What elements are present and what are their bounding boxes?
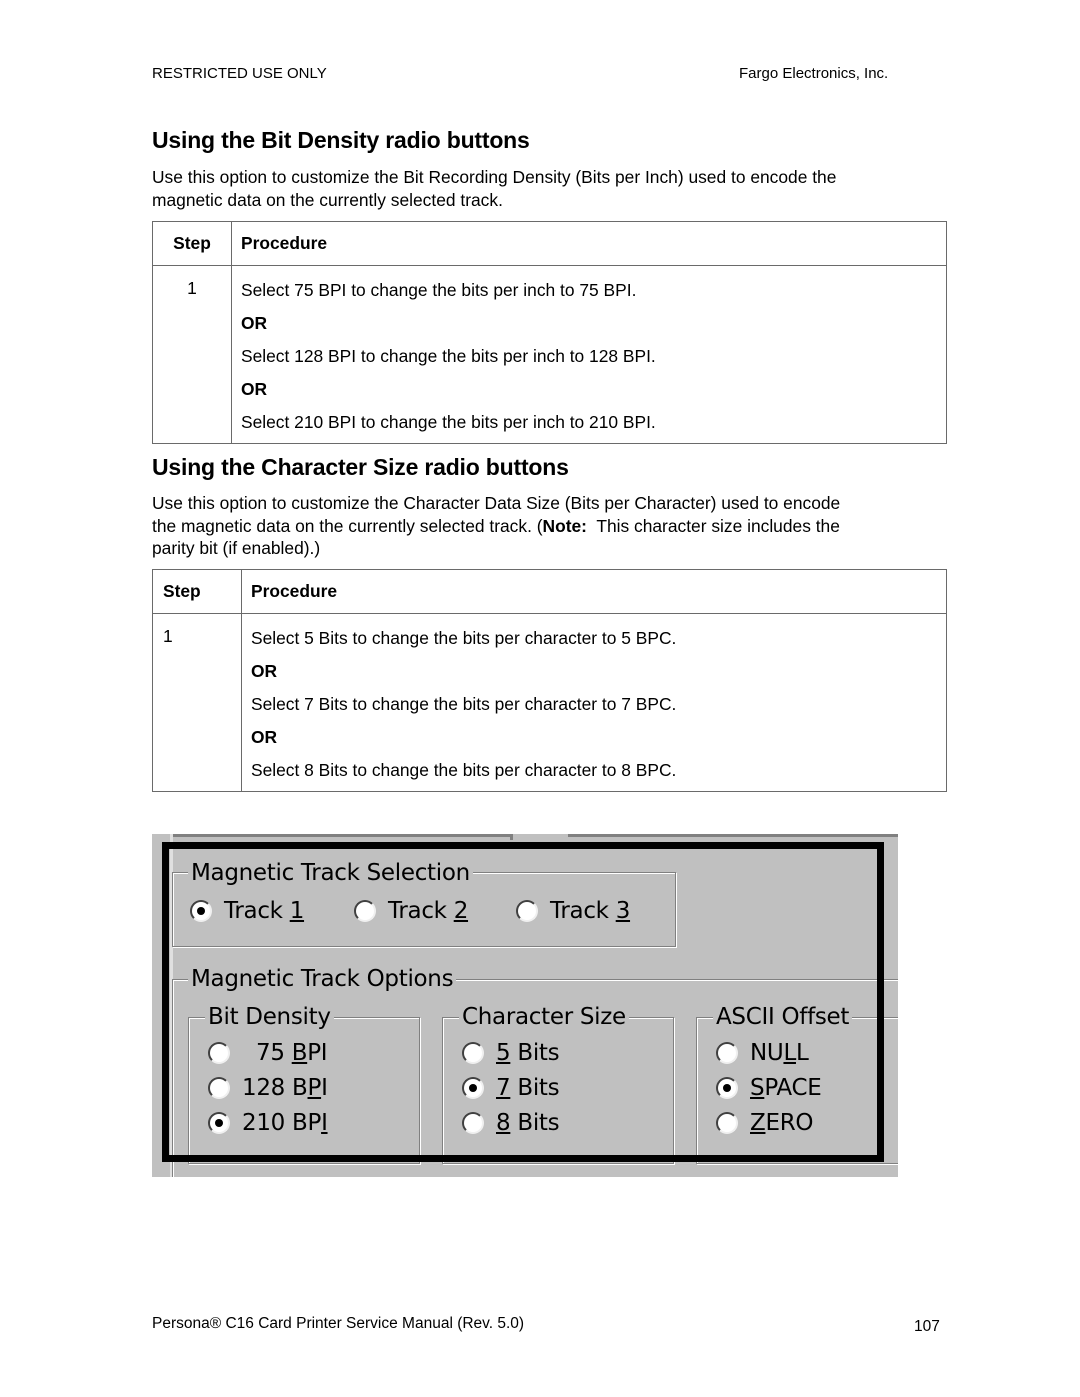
procedure-line: Select 210 BPI to change the bits per in… xyxy=(241,412,656,432)
intro-text: the magnetic data on the currently selec… xyxy=(152,515,543,536)
table-row: 1 Select 5 Bits to change the bits per c… xyxy=(152,613,947,792)
procedure-line: Select 7 Bits to change the bits per cha… xyxy=(251,694,677,714)
intro-line: Use this option to customize the Bit Rec… xyxy=(152,167,837,187)
procedure-line: Select 128 BPI to change the bits per in… xyxy=(241,346,656,366)
table-header-row: Step Procedure xyxy=(152,569,947,614)
procedure-cell: Select 75 BPI to change the bits per inc… xyxy=(231,265,947,444)
dialog-edge xyxy=(170,834,512,837)
footer-manual-title: Persona® C16 Card Printer Service Manual… xyxy=(152,1315,525,1332)
or-separator: OR xyxy=(241,313,268,333)
procedure-line: Select 75 BPI to change the bits per inc… xyxy=(241,280,637,300)
section-intro-bit-density: Use this option to customize the Bit Rec… xyxy=(152,166,952,211)
procedure-line: Select 8 Bits to change the bits per cha… xyxy=(251,760,677,780)
page-number: 107 xyxy=(914,1318,940,1335)
procedure-table-character-size: Step Procedure 1 Select 5 Bits to change… xyxy=(152,569,947,792)
step-number: 1 xyxy=(152,265,232,444)
section-title-character-size: Using the Character Size radio buttons xyxy=(152,454,569,480)
table-header-row: Step Procedure xyxy=(152,221,947,266)
col-step: Step xyxy=(152,221,232,266)
step-number: 1 xyxy=(152,613,242,792)
col-step: Step xyxy=(152,569,242,614)
col-procedure: Procedure xyxy=(241,569,947,614)
section-title-bit-density: Using the Bit Density radio buttons xyxy=(152,127,530,153)
or-separator: OR xyxy=(251,661,278,681)
procedure-line: Select 5 Bits to change the bits per cha… xyxy=(251,628,677,648)
intro-line: parity bit (if enabled).) xyxy=(152,538,321,558)
dialog-edge xyxy=(510,834,513,840)
or-separator: OR xyxy=(251,727,278,747)
procedure-cell: Select 5 Bits to change the bits per cha… xyxy=(241,613,947,792)
procedure-table-bit-density: Step Procedure 1 Select 75 BPI to change… xyxy=(152,221,947,444)
or-separator: OR xyxy=(241,379,268,399)
note-label: Note: xyxy=(542,515,587,536)
dialog-screenshot: Magnetic Track Selection Track 1 Track 2T… xyxy=(152,834,898,1177)
header-restricted: RESTRICTED USE ONLY xyxy=(152,65,327,82)
intro-line: Use this option to customize the Charact… xyxy=(152,493,841,513)
intro-text: This character size includes the xyxy=(586,515,840,536)
intro-line: magnetic data on the currently selected … xyxy=(152,189,503,210)
table-row: 1 Select 75 BPI to change the bits per i… xyxy=(152,265,947,444)
highlight-frame xyxy=(162,842,884,1162)
header-company: Fargo Electronics, Inc. xyxy=(739,65,889,82)
section-intro-character-size: Use this option to customize the Charact… xyxy=(152,492,952,560)
col-procedure: Procedure xyxy=(231,221,947,266)
intro-line: the magnetic data on the currently selec… xyxy=(152,515,952,538)
dialog-edge xyxy=(568,834,898,837)
